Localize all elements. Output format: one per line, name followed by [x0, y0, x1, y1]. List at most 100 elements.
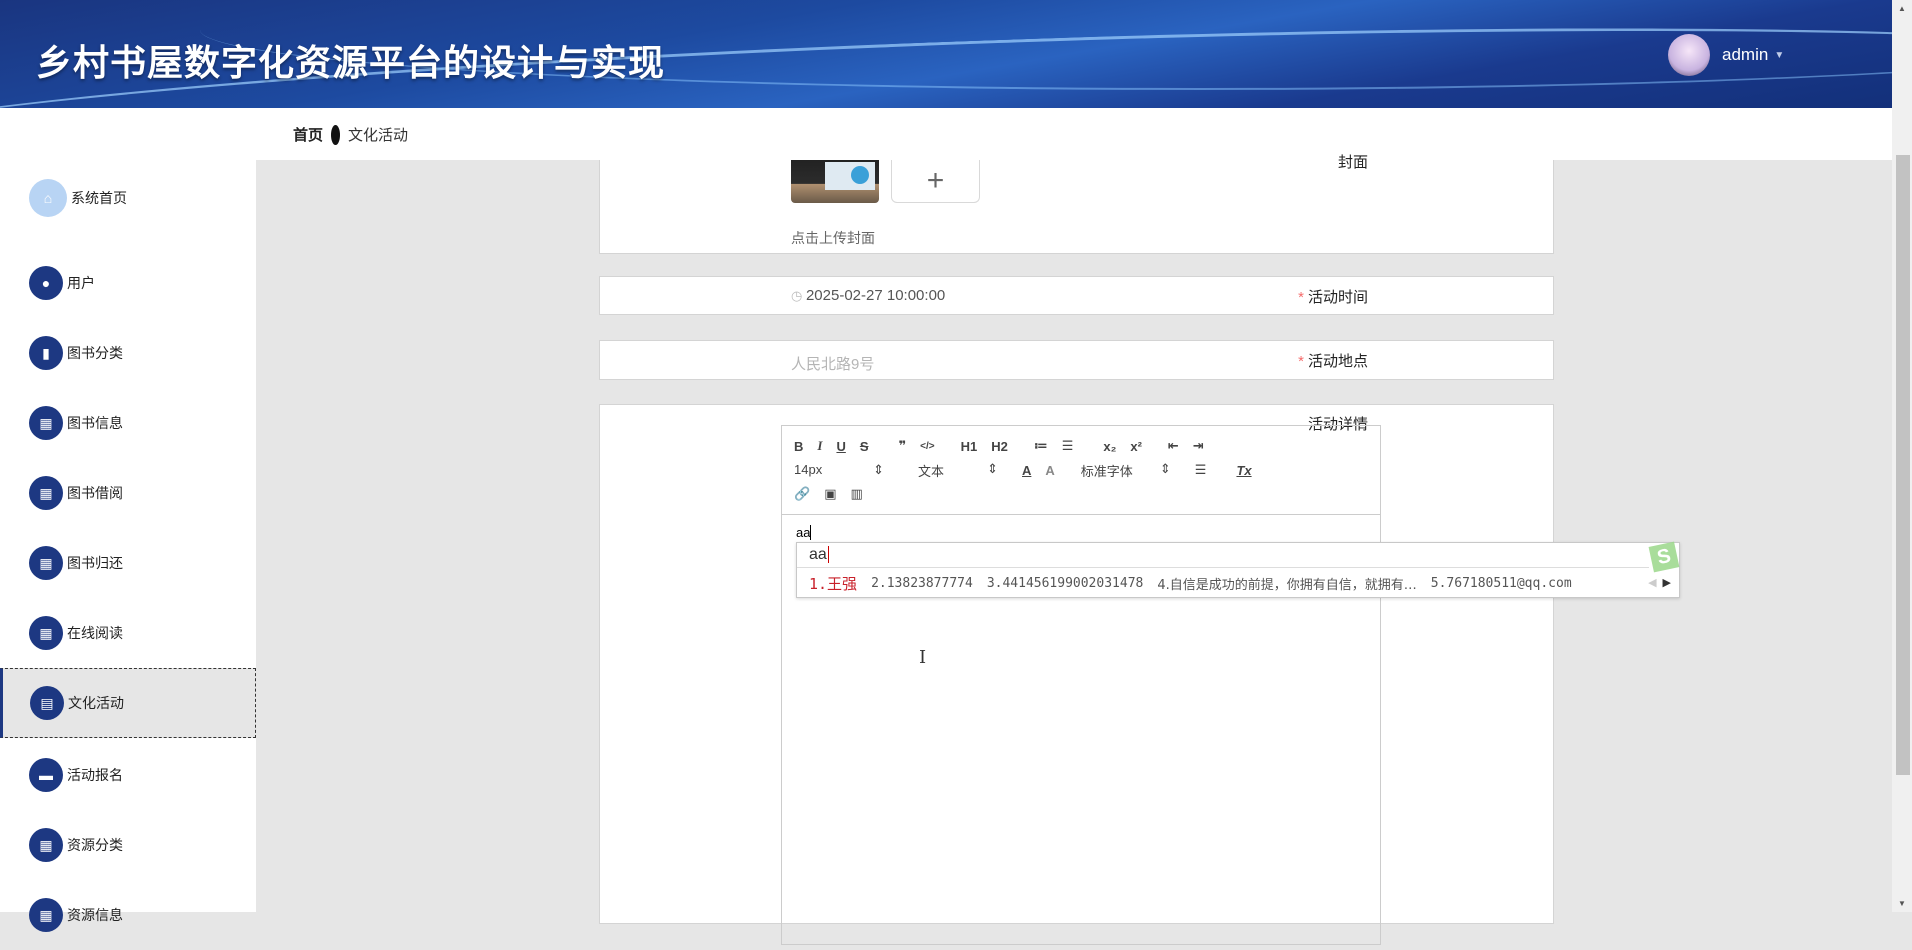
indent-button[interactable]: ⇥ [1193, 438, 1204, 454]
sidebar-item-book-info[interactable]: ▦ 图书信息 [0, 388, 256, 458]
sidebar-item-online-reading[interactable]: ▦ 在线阅读 [0, 598, 256, 668]
time-label: * 活动时间 [1298, 289, 1368, 306]
sidebar-item-label: 系统首页 [71, 190, 127, 206]
sidebar-item-label: 文化活动 [68, 695, 124, 711]
font-size-select[interactable]: 14px ⇕ [794, 462, 884, 478]
header-select[interactable]: 文本 ⇕ [908, 461, 998, 480]
next-page-icon: ▶ [1662, 577, 1671, 589]
ordered-list-button[interactable]: ≔ [1034, 438, 1048, 454]
sidebar-item-label: 资源分类 [67, 837, 123, 853]
grid-icon: ▦ [29, 616, 63, 650]
ime-candidate[interactable]: 1.王强 [809, 573, 857, 594]
username: admin [1722, 45, 1769, 64]
underline-button[interactable]: U [836, 439, 845, 454]
clipboard-icon: ▤ [30, 686, 64, 720]
separator-icon [331, 124, 341, 145]
location-label: * 活动地点 [1298, 353, 1368, 370]
sidebar-item-resource-category[interactable]: ▦ 资源分类 [0, 810, 256, 880]
user-menu[interactable]: admin ▼ [1668, 34, 1784, 76]
monitor-icon: ▬ [29, 758, 63, 792]
italic-button[interactable]: I [817, 438, 822, 454]
app-title: 乡村书屋数字化资源平台的设计与实现 [36, 42, 666, 83]
rich-text-editor: B I U S ❞ </> H1 H2 ≔ ☰ x₂ x² ⇤ ⇥ 14px ⇕ … [781, 425, 1381, 945]
align-icon[interactable]: ☰ [1195, 462, 1207, 478]
sidebar-item-home[interactable]: ⌂ 系统首页 [0, 163, 256, 233]
ime-candidates: 1.王强 2.13823877774 3.441456199002031478 … [797, 568, 1679, 598]
sidebar-item-activity-signup[interactable]: ▬ 活动报名 [0, 740, 256, 810]
grid-icon: ▦ [29, 546, 63, 580]
ime-candidate[interactable]: 3.441456199002031478 [987, 576, 1144, 591]
video-icon[interactable]: ▥ [850, 486, 862, 502]
grid-icon: ▦ [29, 476, 63, 510]
cover-hint: 点击上传封面 [791, 230, 875, 246]
breadcrumb: 首页 文化活动 [293, 124, 408, 145]
sidebar-item-label: 图书借阅 [67, 485, 123, 501]
location-input[interactable]: 人民北路9号 [791, 353, 874, 374]
sogou-logo-icon: S [1648, 541, 1680, 573]
caret-down-icon: ▼ [1774, 49, 1785, 61]
time-field: * 活动时间 ◷ 2025-02-27 10:00:00 [599, 276, 1554, 315]
prev-page-icon: ◀ [1648, 577, 1657, 589]
cover-label: 封面 [1337, 154, 1368, 171]
link-icon[interactable]: 🔗 [794, 486, 810, 502]
bar-chart-icon: ▮ [29, 336, 63, 370]
time-input[interactable]: ◷ 2025-02-27 10:00:00 [791, 287, 945, 304]
text-cursor-icon: I [919, 647, 927, 668]
sidebar-item-label: 资源信息 [67, 907, 123, 923]
background-color-icon[interactable]: A [1045, 463, 1054, 478]
breadcrumb-bar: 首页 文化活动 [256, 108, 1892, 160]
scrollbar-thumb[interactable] [1896, 155, 1910, 775]
user-icon: ● [29, 266, 63, 300]
editor-toolbar: B I U S ❞ </> H1 H2 ≔ ☰ x₂ x² ⇤ ⇥ 14px ⇕ … [782, 426, 1380, 515]
sidebar-item-resource-info[interactable]: ▦ 资源信息 [0, 880, 256, 950]
ime-page-arrows[interactable]: ◀ ▶ [1648, 576, 1671, 589]
ime-candidate-popup: aa 1.王强 2.13823877774 3.4414561990020314… [796, 541, 1680, 598]
grid-icon: ▦ [29, 898, 63, 932]
sidebar-item-book-category[interactable]: ▮ 图书分类 [0, 318, 256, 388]
h1-button[interactable]: H1 [961, 439, 978, 454]
subscript-button[interactable]: x₂ [1103, 439, 1116, 454]
details-field: 活动详情 B I U S ❞ </> H1 H2 ≔ ☰ x₂ x² ⇤ ⇥ 1… [599, 404, 1554, 945]
bold-button[interactable]: B [794, 439, 803, 454]
sidebar-item-label: 图书分类 [67, 345, 123, 361]
image-icon[interactable]: ▣ [824, 486, 836, 502]
scroll-up-icon[interactable]: ▲ [1898, 4, 1906, 13]
superscript-button[interactable]: x² [1130, 439, 1142, 454]
ime-candidate[interactable]: 5.767180511@qq.com [1431, 576, 1572, 591]
strike-button[interactable]: S [860, 439, 869, 454]
bullet-list-button[interactable]: ☰ [1062, 438, 1074, 454]
clock-icon: ◷ [791, 288, 806, 303]
ime-candidate[interactable]: 4.自信是成功的前提，你拥有自信，就拥有… [1157, 574, 1416, 593]
ime-composition: aa [797, 543, 1649, 568]
location-field: * 活动地点 人民北路9号 [599, 340, 1554, 380]
sidebar-item-book-return[interactable]: ▦ 图书归还 [0, 528, 256, 598]
sidebar-item-label: 活动报名 [67, 767, 123, 783]
sidebar-item-book-borrow[interactable]: ▦ 图书借阅 [0, 458, 256, 528]
h2-button[interactable]: H2 [991, 439, 1008, 454]
grid-icon: ▦ [29, 406, 63, 440]
cover-image[interactable] [791, 160, 879, 203]
clear-format-button[interactable]: Tx [1236, 463, 1251, 478]
blockquote-button[interactable]: ❞ [899, 438, 907, 454]
scrollbar[interactable]: ▲ ▼ [1892, 0, 1912, 912]
sidebar-item-label: 图书归还 [67, 555, 123, 571]
avatar [1668, 34, 1710, 76]
upload-cover-button[interactable]: + [891, 160, 980, 203]
sidebar-item-cultural-activity[interactable]: ▤ 文化活动 [0, 668, 256, 738]
code-block-button[interactable]: </> [920, 441, 934, 452]
header: 乡村书屋数字化资源平台的设计与实现 admin ▼ [0, 0, 1892, 108]
scroll-down-icon[interactable]: ▼ [1898, 899, 1906, 908]
sidebar-item-label: 在线阅读 [67, 625, 123, 641]
ime-candidate[interactable]: 2.13823877774 [871, 576, 973, 591]
sidebar-item-label: 图书信息 [67, 415, 123, 431]
sidebar-item-user[interactable]: ● 用户 [0, 248, 256, 318]
sidebar: ⌂ 系统首页 ● 用户 ▮ 图书分类 ▦ 图书信息 ▦ 图书借阅 ▦ 图书归还 ▦ 在线阅读 … [0, 108, 256, 932]
cover-field: 封面 + 点击上传封面 [599, 154, 1554, 254]
outdent-button[interactable]: ⇤ [1168, 438, 1179, 454]
font-family-select[interactable]: 标准字体 ⇕ [1081, 461, 1171, 480]
breadcrumb-current: 文化活动 [348, 127, 409, 144]
breadcrumb-home[interactable]: 首页 [293, 124, 323, 145]
font-color-icon[interactable]: A [1022, 463, 1031, 478]
sidebar-item-label: 用户 [67, 275, 95, 291]
grid-icon: ▦ [29, 828, 63, 862]
